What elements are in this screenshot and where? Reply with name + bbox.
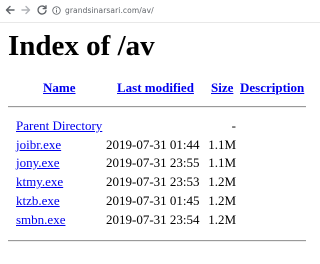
file-link[interactable]: ktmy.exe — [16, 174, 63, 190]
file-size: - — [231, 118, 236, 133]
back-button[interactable] — [3, 3, 17, 17]
table-row: joibr.exe 2019-07-31 01:44 1.1M — [8, 137, 312, 153]
parent-directory-link[interactable]: Parent Directory — [16, 118, 102, 134]
table-row: jony.exe 2019-07-31 23:55 1.1M — [8, 155, 312, 171]
table-row: smbn.exe 2019-07-31 23:54 1.2M — [8, 212, 312, 228]
info-icon[interactable] — [52, 6, 61, 15]
column-header-name[interactable]: Name — [43, 80, 76, 96]
browser-toolbar: grandsinarsari.com/av/ — [0, 0, 320, 23]
file-link[interactable]: jony.exe — [16, 155, 60, 171]
table-row: ktzb.exe 2019-07-31 01:45 1.2M — [8, 193, 312, 209]
address-bar[interactable]: grandsinarsari.com/av/ — [52, 3, 320, 18]
file-size: 1.2M — [208, 212, 236, 227]
forward-arrow-icon — [21, 5, 31, 15]
table-row: ktmy.exe 2019-07-31 23:53 1.2M — [8, 174, 312, 190]
file-size: 1.2M — [208, 193, 236, 208]
reload-button[interactable] — [35, 3, 49, 17]
divider-top — [8, 106, 306, 108]
file-size: 1.1M — [208, 155, 236, 170]
modified-date: 2019-07-31 01:45 — [106, 193, 200, 208]
modified-date: 2019-07-31 23:55 — [106, 155, 200, 170]
reload-icon — [37, 5, 47, 15]
column-header-size[interactable]: Size — [211, 80, 233, 96]
divider-bottom — [8, 240, 306, 242]
column-header-last-modified[interactable]: Last modified — [117, 80, 194, 96]
modified-date: 2019-07-31 01:44 — [106, 137, 200, 152]
modified-date: 2019-07-31 23:53 — [106, 174, 200, 189]
page-title: Index of /av — [8, 30, 155, 62]
file-link[interactable]: joibr.exe — [16, 137, 61, 153]
forward-button[interactable] — [19, 3, 33, 17]
back-arrow-icon — [5, 5, 15, 15]
file-link[interactable]: smbn.exe — [16, 212, 65, 228]
column-header-description[interactable]: Description — [240, 80, 304, 96]
modified-date: 2019-07-31 23:54 — [106, 212, 200, 227]
file-size: 1.1M — [208, 137, 236, 152]
file-link[interactable]: ktzb.exe — [16, 193, 60, 209]
file-size: 1.2M — [208, 174, 236, 189]
table-row: Parent Directory - — [8, 118, 312, 134]
url-text: grandsinarsari.com/av/ — [65, 6, 154, 15]
